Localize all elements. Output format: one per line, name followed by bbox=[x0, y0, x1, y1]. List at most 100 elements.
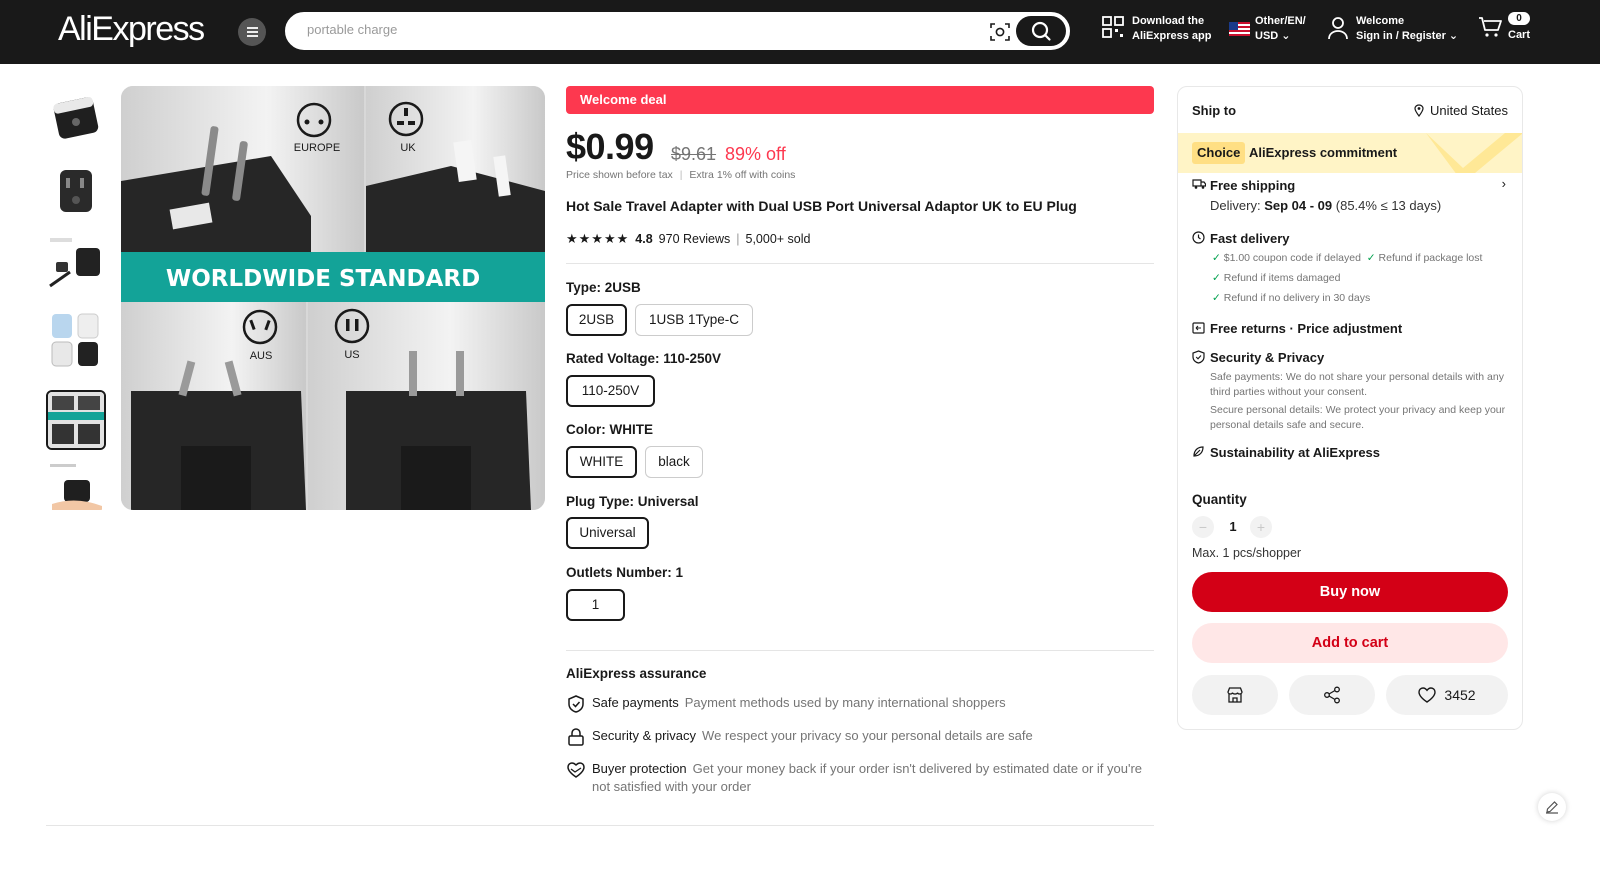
purchase-panel: Ship to United States Choice AliExpress … bbox=[1177, 86, 1523, 730]
chevron-down-icon: ⌄ bbox=[1281, 30, 1291, 42]
choice-tag: Choice bbox=[1192, 142, 1246, 164]
buy-now-button[interactable]: Buy now bbox=[1192, 572, 1508, 612]
voltage-option-label: Rated Voltage: 110-250V bbox=[566, 351, 722, 366]
locale-selector[interactable]: Other/EN/ USD ⌄ bbox=[1229, 14, 1306, 44]
assurance-key: Buyer protection bbox=[592, 761, 687, 776]
rating-row[interactable]: ★★★★★ 4.8 970 Reviews | 5,000+ sold bbox=[566, 231, 810, 247]
quantity-value[interactable]: 1 bbox=[1228, 519, 1238, 534]
image-banner-text: WORLDWIDE STANDARD bbox=[166, 266, 480, 292]
color-option-label: Color: WHITE bbox=[566, 422, 653, 437]
thumbnail-1[interactable] bbox=[46, 88, 106, 148]
thumbnail-4[interactable] bbox=[46, 310, 106, 370]
fast-delivery-label: Fast delivery bbox=[1210, 231, 1290, 246]
truck-icon bbox=[1192, 179, 1206, 189]
sign-in-link[interactable]: Sign in / Register bbox=[1356, 30, 1446, 42]
chevron-down-icon: ⌄ bbox=[1448, 30, 1459, 42]
tax-note: Price shown before tax bbox=[566, 169, 673, 181]
assurance-safe-payments: Safe payments Payment methods used by man… bbox=[566, 694, 1156, 713]
free-shipping-row[interactable]: Free shipping › bbox=[1192, 176, 1510, 195]
star-rating-icon: ★★★★★ bbox=[566, 231, 630, 246]
divider bbox=[566, 650, 1154, 651]
type-option-label: Type: 2USB bbox=[566, 280, 641, 295]
sold-count: 5,000+ sold bbox=[745, 232, 811, 246]
plug-option-label: Plug Type: Universal bbox=[566, 494, 699, 509]
wishlist-button[interactable]: 3452 bbox=[1386, 675, 1508, 715]
assurance-title: AliExpress assurance bbox=[566, 666, 707, 681]
type-option-1usb-typec[interactable]: 1USB 1Type-C bbox=[635, 304, 753, 336]
rating-value: 4.8 bbox=[635, 232, 653, 246]
fast-delivery-row: Fast delivery bbox=[1192, 230, 1290, 248]
type-option-2usb[interactable]: 2USB bbox=[566, 304, 627, 336]
share-button[interactable] bbox=[1289, 675, 1375, 715]
welcome-deal-banner: Welcome deal bbox=[566, 86, 1154, 114]
thumbnail-6[interactable] bbox=[46, 460, 106, 510]
add-to-cart-button[interactable]: Add to cart bbox=[1192, 623, 1508, 663]
search-input[interactable] bbox=[307, 22, 967, 37]
assurance-value: Payment methods used by many internation… bbox=[684, 695, 1006, 710]
color-option-black[interactable]: black bbox=[645, 446, 703, 478]
locale-line1: Other/EN/ bbox=[1255, 15, 1306, 27]
feedback-button[interactable] bbox=[1538, 793, 1566, 821]
coins-note: Extra 1% off with coins bbox=[689, 169, 796, 181]
chevron-right-icon: › bbox=[1501, 176, 1506, 191]
image-search-icon[interactable] bbox=[989, 22, 1011, 42]
top-header: AliExpress Download the AliExpress app bbox=[0, 0, 1600, 64]
sustainability-row[interactable]: Sustainability at AliExpress bbox=[1192, 444, 1380, 462]
quantity-label: Quantity bbox=[1192, 492, 1247, 507]
fast-delivery-item: ✓ Refund if items damaged bbox=[1212, 272, 1341, 284]
outlets-option-1[interactable]: 1 bbox=[566, 589, 625, 621]
delivery-suffix: (85.4% ≤ 13 days) bbox=[1335, 198, 1442, 213]
user-icon bbox=[1328, 17, 1348, 40]
voltage-option[interactable]: 110-250V bbox=[566, 375, 655, 407]
thumbnail-2[interactable] bbox=[46, 160, 106, 220]
price-note: Price shown before tax | Extra 1% off wi… bbox=[566, 169, 796, 181]
cart-label[interactable]: Cart bbox=[1508, 28, 1530, 43]
image-label-uk: UK bbox=[400, 142, 416, 154]
shield-icon bbox=[1192, 350, 1205, 364]
thumbnail-5-selected[interactable] bbox=[46, 390, 106, 450]
cart-button[interactable] bbox=[1478, 16, 1502, 43]
image-label-us: US bbox=[344, 349, 359, 361]
ship-to-selector[interactable]: United States bbox=[1414, 103, 1508, 118]
leaf-icon bbox=[1193, 446, 1204, 457]
review-count[interactable]: 970 Reviews bbox=[659, 232, 731, 246]
image-label-aus: AUS bbox=[250, 350, 273, 362]
search-button[interactable] bbox=[1016, 16, 1066, 46]
lock-icon bbox=[568, 728, 584, 746]
delivery-estimate: Delivery: Sep 04 - 09 (85.4% ≤ 13 days) bbox=[1210, 198, 1441, 213]
account-menu[interactable]: Welcome Sign in / Register ⌄ bbox=[1327, 14, 1458, 44]
discount-percent: 89% off bbox=[725, 144, 786, 164]
image-label-europe: EUROPE bbox=[294, 142, 340, 154]
search-bar bbox=[285, 12, 1070, 50]
outlets-option-label: Outlets Number: 1 bbox=[566, 565, 684, 580]
menu-button[interactable] bbox=[238, 18, 266, 46]
plug-option-universal[interactable]: Universal bbox=[566, 517, 649, 549]
aliexpress-logo[interactable]: AliExpress bbox=[58, 10, 205, 49]
qr-code-icon bbox=[1102, 16, 1124, 38]
thumbnail-3[interactable] bbox=[46, 232, 106, 292]
cart-count-badge: 0 bbox=[1508, 12, 1530, 25]
heart-icon bbox=[1418, 687, 1437, 703]
quantity-increase-button[interactable]: + bbox=[1250, 516, 1272, 538]
security-privacy-row: Security & Privacy bbox=[1192, 349, 1324, 367]
choice-commitment-bar[interactable]: Choice AliExpress commitment bbox=[1178, 133, 1522, 173]
store-button[interactable] bbox=[1192, 675, 1278, 715]
delivery-prefix: Delivery: bbox=[1210, 198, 1261, 213]
free-returns-row[interactable]: Free returns · Price adjustment bbox=[1192, 320, 1402, 338]
currency-label: USD bbox=[1255, 30, 1279, 42]
security-text-2: Secure personal details: We protect your… bbox=[1210, 404, 1506, 431]
free-shipping-label: Free shipping bbox=[1210, 178, 1296, 193]
security-privacy-title: Security & Privacy bbox=[1210, 350, 1325, 365]
handshake-heart-icon bbox=[567, 762, 585, 778]
quantity-decrease-button[interactable]: − bbox=[1192, 516, 1214, 538]
current-price: $0.99 bbox=[566, 126, 654, 167]
assurance-security-privacy: Security & privacy We respect your privac… bbox=[566, 727, 1156, 746]
hamburger-icon bbox=[246, 31, 258, 33]
download-app[interactable]: Download the AliExpress app bbox=[1102, 14, 1211, 44]
color-option-white[interactable]: WHITE bbox=[566, 446, 637, 478]
assurance-value: We respect your privacy so your personal… bbox=[702, 728, 1033, 743]
return-box-icon bbox=[1192, 322, 1205, 334]
fast-delivery-item: ✓ Refund if no delivery in 30 days bbox=[1212, 292, 1371, 304]
main-product-image[interactable]: WORLDWIDE STANDARD EUROPE UK AUS US bbox=[121, 86, 545, 510]
sustainability-label: Sustainability at AliExpress bbox=[1210, 445, 1381, 460]
